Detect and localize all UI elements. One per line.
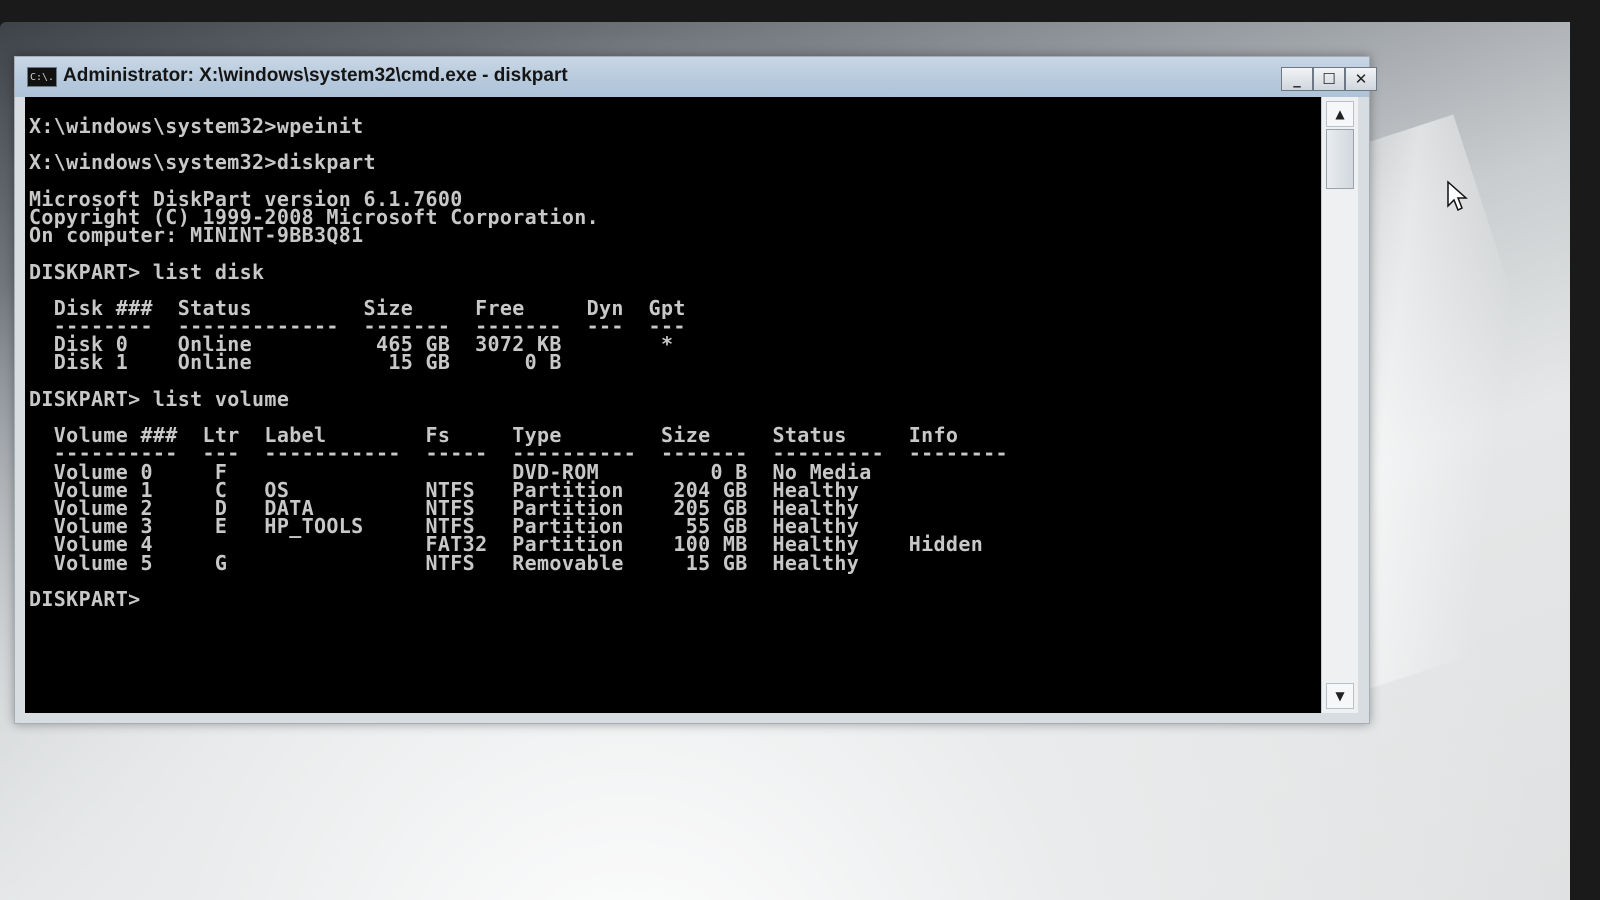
console-line: Volume 5 G NTFS Removable 15 GB Healthy [29, 550, 860, 575]
console-line: X:\windows\system32>diskpart [29, 150, 376, 175]
maximize-button[interactable]: ☐ [1313, 67, 1345, 91]
console-line: On computer: MININT-9BB3Q81 [29, 223, 364, 248]
scroll-up-button[interactable]: ▲ [1326, 101, 1354, 127]
scroll-up-icon: ▲ [1335, 107, 1345, 121]
console-line: DISKPART> list disk [29, 259, 265, 284]
cmd-window[interactable]: C:\. Administrator: X:\windows\system32\… [14, 56, 1377, 724]
console-line: X:\windows\system32>wpeinit [29, 114, 364, 138]
minimize-icon: _ [1293, 70, 1301, 88]
console-line: DISKPART> [29, 586, 153, 611]
scroll-down-button[interactable]: ▼ [1326, 683, 1354, 709]
vertical-scrollbar[interactable]: ▲ ▼ [1321, 97, 1358, 713]
maximize-icon: ☐ [1322, 70, 1336, 88]
console-line: DISKPART> list volume [29, 386, 290, 411]
minimize-button[interactable]: _ [1281, 67, 1313, 91]
close-icon: ✕ [1354, 70, 1368, 88]
close-button[interactable]: ✕ [1345, 67, 1377, 91]
console-output[interactable]: X:\windows\system32>wpeinit X:\windows\sy… [25, 97, 1321, 713]
scroll-down-icon: ▼ [1335, 689, 1345, 703]
cmd-icon[interactable]: C:\. [27, 67, 57, 87]
mouse-pointer-icon [1447, 180, 1468, 212]
title-bar[interactable]: C:\. Administrator: X:\windows\system32\… [15, 57, 1377, 97]
console-line: Disk 1 Online 15 GB 0 B [29, 350, 562, 375]
scroll-thumb[interactable] [1326, 129, 1354, 189]
window-title: Administrator: X:\windows\system32\cmd.e… [63, 65, 568, 86]
console-text: X:\windows\system32>wpeinit X:\windows\sy… [25, 97, 1321, 611]
